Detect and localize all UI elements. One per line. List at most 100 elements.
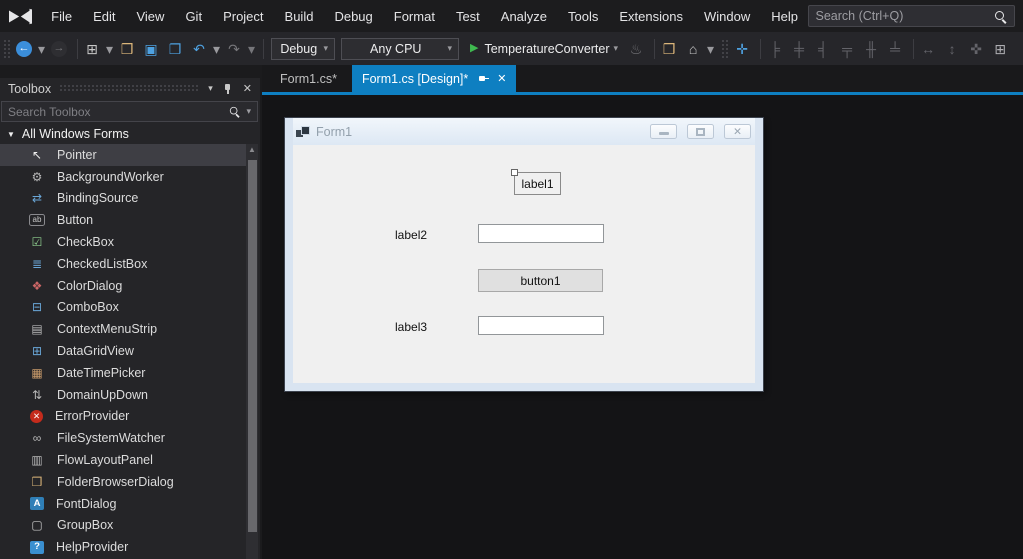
toolbox-item-contextmenustrip[interactable]: ▤ ContextMenuStrip	[0, 318, 246, 340]
navigate-forward-button[interactable]: →	[49, 37, 73, 61]
menu-item[interactable]: Format	[383, 0, 445, 32]
toolbar-icon-glyph: ╪	[794, 40, 805, 57]
designer-canvas: Form1 ✕ label1 label2 button1 label3	[262, 95, 1023, 559]
scroll-up-icon[interactable]: ▲	[246, 144, 258, 156]
control-textbox2[interactable]	[478, 316, 604, 335]
control-button1[interactable]: button1	[478, 269, 603, 292]
menu-item[interactable]: Analyze	[490, 0, 557, 32]
toolbox-item-colordialog[interactable]: ❖ ColorDialog	[0, 275, 246, 297]
make-same-size-button[interactable]: ✜	[966, 37, 990, 61]
toolbox-item-errorprovider[interactable]: ✕ ErrorProvider	[0, 406, 246, 428]
toolbox-item-checkbox[interactable]: ☑ CheckBox	[0, 231, 246, 253]
quick-search-input[interactable]: Search (Ctrl+Q)	[808, 5, 1015, 27]
scrollbar-thumb[interactable]	[247, 160, 257, 532]
menu-item[interactable]: Extensions	[609, 0, 694, 32]
toolbox-item-label: HelpProvider	[56, 540, 129, 555]
align-middles-button[interactable]: ╫	[861, 37, 885, 61]
toolbox-item-fontdialog[interactable]: A FontDialog	[0, 493, 246, 515]
undo-button[interactable]: ↶	[189, 37, 213, 61]
snap-to-grid-button[interactable]: ✛	[732, 37, 756, 61]
close-icon: ✕	[733, 125, 742, 138]
close-icon[interactable]: ✕	[243, 82, 252, 95]
preview-window-button[interactable]: ⌂	[683, 37, 707, 61]
menu-item[interactable]: View	[126, 0, 175, 32]
window-position-menu-icon[interactable]: ▾	[208, 83, 213, 94]
platform-combo[interactable]: Any CPU ▾	[341, 37, 459, 60]
close-icon[interactable]: ✕	[497, 72, 506, 85]
toolbox-item-domainupdown[interactable]: ⇅ DomainUpDown	[0, 384, 246, 406]
align-centers-button[interactable]: ╪	[789, 37, 813, 61]
make-same-width-button[interactable]: ↔	[918, 37, 942, 61]
menu-item[interactable]: Build	[274, 0, 324, 32]
minimize-button[interactable]	[650, 124, 677, 139]
toolbox-item-combobox[interactable]: ⊟ ComboBox	[0, 297, 246, 319]
hot-reload-button[interactable]: ♨	[626, 37, 650, 61]
open-file-button[interactable]: ❒	[117, 37, 141, 61]
align-lefts-button[interactable]: ╞	[765, 37, 789, 61]
toolbar-separator	[654, 38, 656, 59]
toolbox-item-button[interactable]: ab Button	[0, 209, 246, 231]
toolbox-item-datetimepicker[interactable]: ▦ DateTimePicker	[0, 362, 246, 384]
menu-item[interactable]: Window	[693, 0, 760, 32]
tab-form1-cs[interactable]: Form1.cs*	[265, 65, 352, 92]
menu-item[interactable]: Help	[761, 0, 809, 32]
control-label1[interactable]: label1	[511, 169, 561, 195]
navigate-back-caret[interactable]: ▾	[38, 37, 49, 61]
redo-button[interactable]: ↷	[224, 37, 248, 61]
tab-form1-cs-design[interactable]: Form1.cs [Design]* ✕	[351, 65, 517, 92]
toolbox-header[interactable]: Toolbox ▾ ✕	[0, 78, 260, 99]
align-tops-button[interactable]: ╤	[837, 37, 861, 61]
close-button[interactable]: ✕	[724, 124, 751, 139]
maximize-button[interactable]	[687, 124, 714, 139]
align-rights-button[interactable]: ╡	[813, 37, 837, 61]
toolbox-search-input[interactable]: Search Toolbox ▾	[1, 101, 258, 122]
toolbar-icon-glyph: ▾	[212, 40, 221, 57]
redo-caret[interactable]: ▾	[248, 37, 259, 61]
menu-item[interactable]: Git	[175, 0, 213, 32]
toolbox-item-label: FileSystemWatcher	[57, 431, 165, 446]
toolbox-scrollbar[interactable]: ▲	[246, 144, 258, 559]
folder-search-button[interactable]: ❒	[659, 37, 683, 61]
designed-form[interactable]: Form1 ✕ label1 label2 button1 label3	[285, 118, 763, 391]
toolbox-item-icon: ▦	[31, 365, 43, 380]
control-textbox1[interactable]	[478, 224, 604, 243]
tab-order-button[interactable]: ⊞	[990, 37, 1014, 61]
menu-item[interactable]: Test	[445, 0, 490, 32]
toolbox-item-groupbox[interactable]: ▢ GroupBox	[0, 515, 246, 537]
control-label3[interactable]: label3	[395, 320, 427, 334]
menu-item[interactable]: Edit	[83, 0, 126, 32]
pin-icon[interactable]	[477, 72, 489, 85]
new-project-caret[interactable]: ▾	[106, 37, 117, 61]
search-icon[interactable]	[993, 9, 1008, 24]
toolbar-separator	[760, 38, 762, 59]
menu-item[interactable]: Project	[213, 0, 274, 32]
toolbox-item-filesystemwatcher[interactable]: ∞ FileSystemWatcher	[0, 427, 246, 449]
menu-item[interactable]: Tools	[558, 0, 609, 32]
toolbox-item-backgroundworker[interactable]: ⚙ BackgroundWorker	[0, 166, 246, 188]
control-label2[interactable]: label2	[395, 228, 427, 242]
save-all-button[interactable]: ❐	[165, 37, 189, 61]
toolbar-icon-glyph: ↶	[193, 40, 205, 57]
save-button[interactable]: ▣	[141, 37, 165, 61]
start-debugging-button[interactable]: ▶ TemperatureConverter ▾	[464, 37, 624, 61]
align-bottoms-button[interactable]: ╧	[885, 37, 909, 61]
menu-item[interactable]: File	[41, 0, 83, 32]
new-project-button[interactable]: ⊞	[82, 37, 106, 61]
make-same-height-button[interactable]: ↕	[942, 37, 966, 61]
toolbox-item-checkedlistbox[interactable]: ≣ CheckedListBox	[0, 253, 246, 275]
toolbox-group-all-windows-forms[interactable]: ▼ All Windows Forms	[0, 124, 260, 144]
menu-item[interactable]: Debug	[324, 0, 383, 32]
undo-caret[interactable]: ▾	[213, 37, 224, 61]
preview-window-caret[interactable]: ▾	[707, 37, 718, 61]
pin-icon[interactable]	[222, 82, 234, 95]
toolbox-item-datagridview[interactable]: ⊞ DataGridView	[0, 340, 246, 362]
toolbox-item-folderbrowserdialog[interactable]: ❒ FolderBrowserDialog	[0, 471, 246, 493]
toolbox-item-bindingsource[interactable]: ⇄ BindingSource	[0, 188, 246, 210]
toolbox-item-pointer[interactable]: ↖ Pointer	[0, 144, 246, 166]
selection-drag-handle[interactable]	[511, 169, 518, 176]
toolbox-item-helpprovider[interactable]: ? HelpProvider	[0, 536, 246, 558]
navigate-back-button[interactable]: ←	[14, 37, 38, 61]
debug-configuration-combo[interactable]: Debug ▾	[271, 37, 335, 60]
chevron-down-icon[interactable]: ▾	[246, 106, 251, 117]
toolbox-item-flowlayoutpanel[interactable]: ▥ FlowLayoutPanel	[0, 449, 246, 471]
